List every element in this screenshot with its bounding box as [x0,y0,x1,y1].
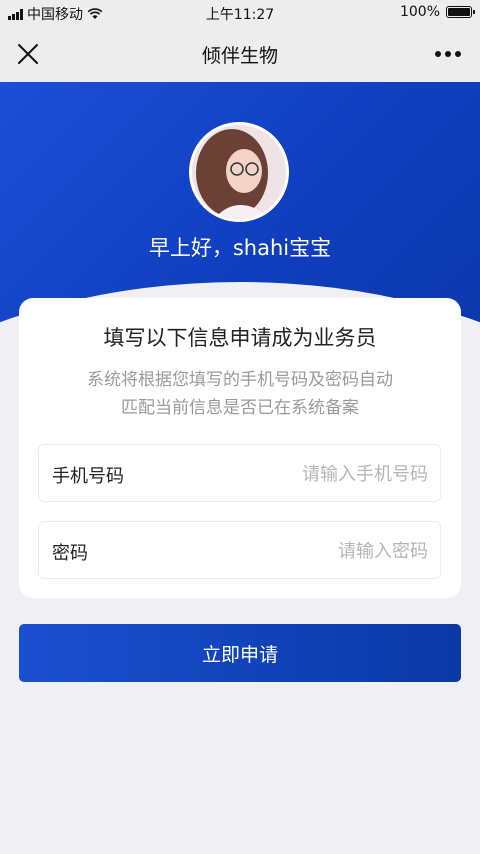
phone-input[interactable] [166,455,430,493]
status-bar: 中国移动 上午11:27 100% [0,0,480,26]
close-button[interactable] [10,38,46,70]
password-label: 密码 [52,543,88,564]
status-right: 100% [399,4,475,20]
card-title: 填写以下信息申请成为业务员 [103,326,377,350]
application-card: 填写以下信息申请成为业务员 系统将根据您填写的手机号码及密码自动 匹配当前信息是… [19,298,461,598]
phone-field: 手机号码 [38,444,441,502]
more-icon [435,51,461,57]
avatar [189,122,289,222]
password-input[interactable] [166,532,430,570]
avatar-image [192,125,286,219]
greeting-text: 早上好，shahi宝宝 [148,236,332,260]
apply-button[interactable]: 立即申请 [19,624,461,682]
battery-percent: 100% [399,4,440,20]
nav-bar: 倾伴生物 [0,26,480,82]
close-icon [18,44,38,64]
page-title: 倾伴生物 [201,45,278,67]
card-description-line-2: 匹配当前信息是否已在系统备案 [121,398,359,418]
battery-icon [446,6,475,18]
password-field: 密码 [38,521,441,579]
card-description-line-1: 系统将根据您填写的手机号码及密码自动 [87,370,393,390]
card-description: 系统将根据您填写的手机号码及密码自动 匹配当前信息是否已在系统备案 [49,366,431,422]
more-button[interactable] [430,42,466,66]
phone-label: 手机号码 [52,466,124,487]
